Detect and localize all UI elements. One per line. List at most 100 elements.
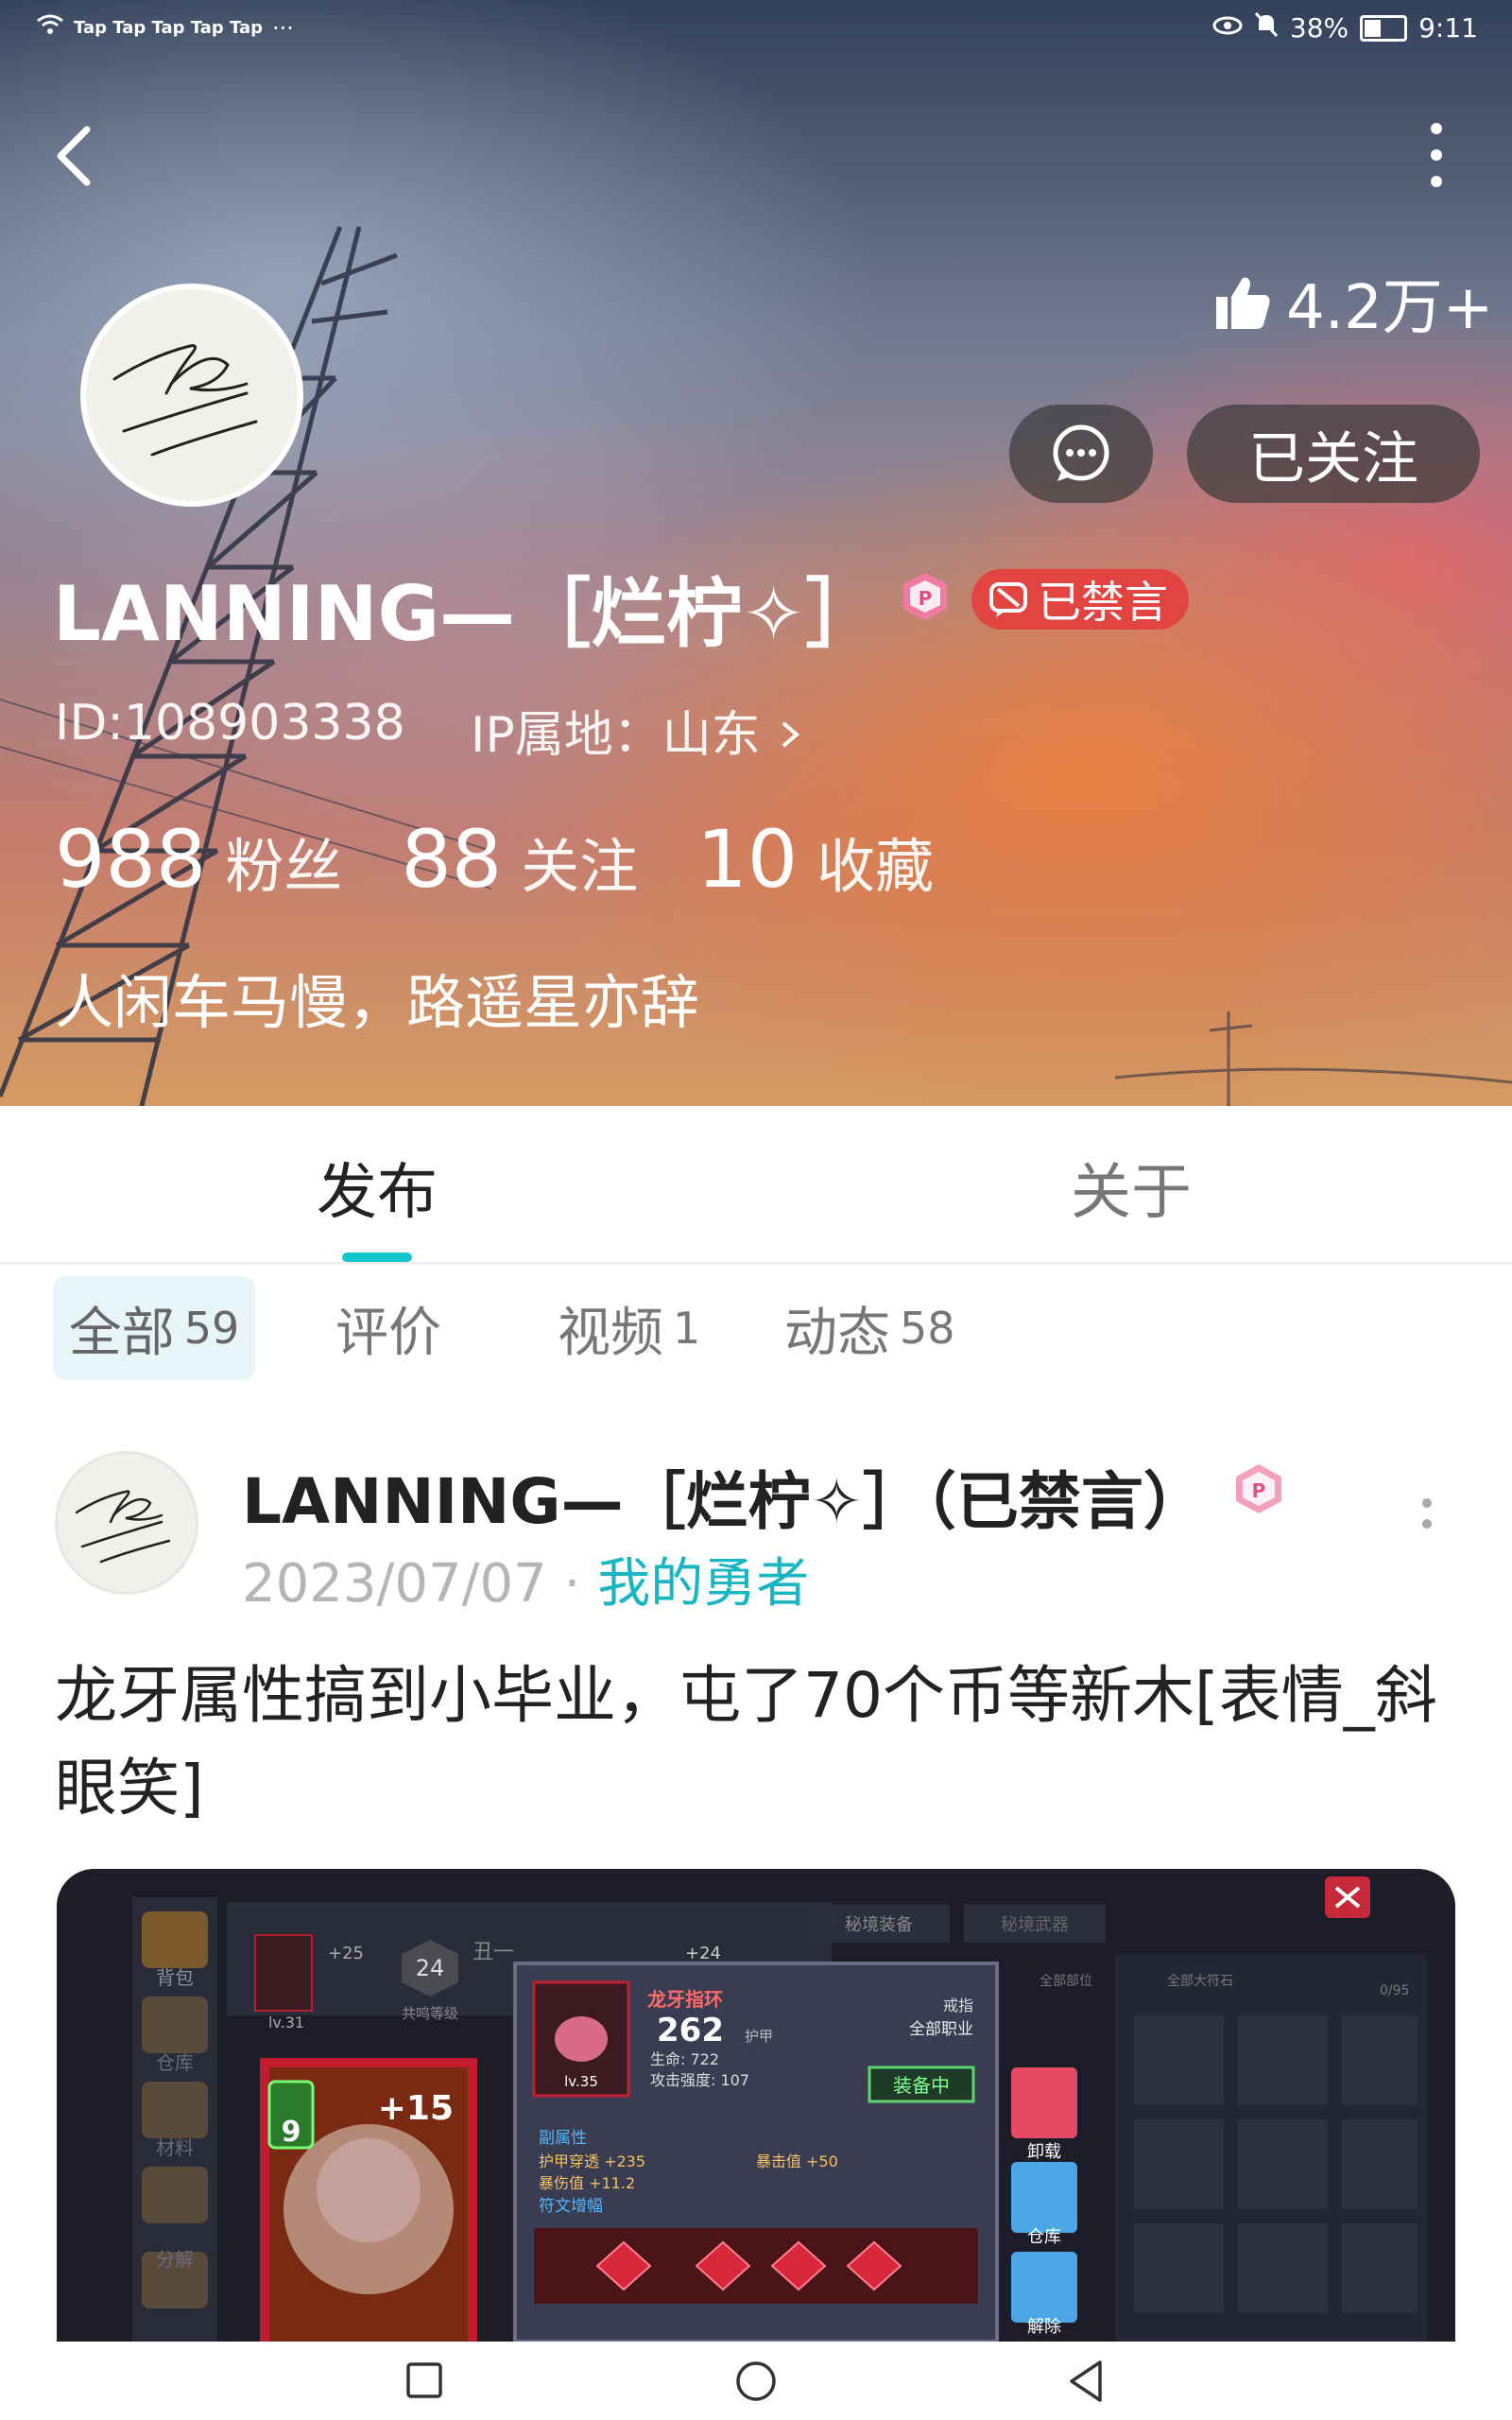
power-lines (1115, 1011, 1512, 1106)
system-nav-bar (0, 2342, 1512, 2420)
profile-bio: 人闲车马慢，路遥星亦辞 (55, 968, 700, 1037)
game-item-level: lv.35 (564, 2073, 598, 2090)
post-filter-tabs: 全部 59 评价 视频 1 动态 58 (0, 1276, 1512, 1380)
game-tab-secret-gear: 秘境装备 (845, 1915, 913, 1935)
game-action-warehouse: 仓库 (1027, 2227, 1061, 2247)
game-side-warehouse: 仓库 (156, 2051, 194, 2074)
game-shared-level: 24 (416, 1955, 445, 1981)
game-item-name: 龙牙指环 (647, 1988, 723, 2011)
battery-percent: 38% (1289, 12, 1349, 43)
ip-location-text: IP属地：山东 (471, 707, 761, 764)
post-image[interactable]: 背包 仓库 材料 分解 +25 lv.31 24 共鸣等级 丑一 +24 9 +… (57, 1869, 1455, 2342)
game-attr-3: 暴伤值 +11.2 (539, 2174, 635, 2192)
post-meta: 2023/07/07 · 我的勇者 (242, 1541, 809, 1617)
muted-chat-icon (989, 582, 1027, 617)
back-nav-button[interactable] (1057, 2351, 1117, 2411)
followed-button[interactable]: 已关注 (1187, 405, 1480, 503)
filter-all[interactable]: 全部 59 (53, 1276, 255, 1380)
ip-location[interactable]: IP属地：山东 (471, 695, 804, 766)
game-action-release: 解除 (1027, 2317, 1061, 2337)
game-filter-part: 全部部位 (1040, 1973, 1092, 1989)
following-stat[interactable]: 88 关注 (401, 813, 638, 906)
followers-label: 粉丝 (225, 832, 343, 901)
filter-videos[interactable]: 视频 1 (558, 1276, 700, 1380)
filter-all-label: 全部 (68, 1302, 175, 1364)
post-author-name[interactable]: LANNING—［烂柠✧］（已禁言） (242, 1451, 1206, 1542)
home-button[interactable] (726, 2351, 786, 2411)
profile-stats: 988 粉丝 88 关注 10 收藏 (55, 813, 992, 906)
game-badge-icon: P (1232, 1462, 1285, 1515)
following-label: 关注 (521, 832, 639, 901)
game-plus24: +24 (685, 1944, 721, 1963)
chevron-left-icon (57, 126, 91, 186)
more-vertical-icon (1418, 123, 1455, 187)
filter-videos-count: 1 (673, 1303, 701, 1354)
favorites-count: 10 (696, 813, 799, 906)
game-action-unequip: 卸载 (1027, 2142, 1061, 2162)
more-vertical-icon (1418, 1498, 1436, 1529)
game-item-atk: 攻击强度: 107 (650, 2071, 749, 2089)
message-button[interactable] (1009, 405, 1153, 503)
eye-icon (1212, 12, 1243, 43)
game-badge-icon: P (900, 571, 951, 622)
banned-label: 已禁言 (1038, 577, 1168, 628)
game-pet-level: lv.31 (268, 2014, 304, 2031)
game-slots-count: 0/95 (1380, 1983, 1409, 1998)
post-more-button[interactable] (1418, 1498, 1436, 1555)
chat-bubble-icon (1053, 424, 1109, 481)
active-tab-indicator (342, 1253, 412, 1262)
followers-stat[interactable]: 988 粉丝 (55, 813, 342, 906)
banned-badge: 已禁言 (971, 569, 1189, 630)
game-attr-1: 护甲穿透 +235 (539, 2152, 645, 2170)
filter-moments-label: 动态 (784, 1302, 890, 1364)
game-item-class: 全部职业 (909, 2020, 973, 2039)
wifi-icon (36, 13, 64, 43)
main-tabs: 发布 关于 (0, 1106, 1512, 1265)
game-pet-plus: +25 (328, 1944, 364, 1963)
signature-avatar-image (75, 1490, 171, 1564)
mute-bell-icon (1254, 11, 1279, 44)
game-armor-value: 262 (657, 2012, 724, 2049)
signature-avatar-image (112, 344, 258, 457)
svg-text:P: P (1252, 1479, 1266, 1502)
favorites-label: 收藏 (816, 832, 935, 901)
thumbs-up-icon (1216, 277, 1270, 329)
tab-about[interactable]: 关于 (1071, 1144, 1192, 1231)
svg-text:P: P (919, 587, 933, 610)
filter-all-count: 59 (183, 1303, 240, 1354)
back-button[interactable] (49, 118, 106, 194)
game-small-name: 丑一 (472, 1941, 514, 1964)
game-side-decompose: 分解 (156, 2248, 194, 2271)
game-hero-plus: +15 (378, 2089, 454, 2128)
likes-count: 4.2万+ (1214, 260, 1493, 345)
game-screenshot: 背包 仓库 材料 分解 +25 lv.31 24 共鸣等级 丑一 +24 9 +… (57, 1869, 1455, 2342)
triangle-back-icon (1070, 2360, 1102, 2402)
more-notifications: ··· (272, 14, 294, 42)
carrier-notifications: Tap Tap Tap Tap Tap (74, 18, 264, 38)
circle-icon (736, 2361, 776, 2401)
post-date: 2023/07/07 (242, 1553, 547, 1615)
post-body[interactable]: 龙牙属性搞到小毕业，屯了70个币等新木[表情_斜眼笑] (55, 1650, 1463, 1835)
profile-avatar[interactable] (80, 284, 303, 507)
game-sub-attr: 副属性 (539, 2129, 587, 2148)
post-author-avatar[interactable] (55, 1451, 198, 1595)
likes-value: 4.2万+ (1286, 273, 1494, 343)
filter-reviews[interactable]: 评价 (335, 1276, 441, 1380)
filter-moments-count: 58 (900, 1303, 955, 1354)
filter-reviews-label: 评价 (335, 1302, 441, 1364)
filter-moments[interactable]: 动态 58 (784, 1276, 955, 1380)
game-item-hp: 生命: 722 (650, 2050, 719, 2068)
tab-posts[interactable]: 发布 (317, 1144, 438, 1231)
chevron-right-icon (782, 721, 800, 748)
game-filter-rune: 全部大符石 (1167, 1973, 1233, 1989)
game-tab-secret-weapon: 秘境武器 (1001, 1915, 1069, 1935)
favorites-stat[interactable]: 10 收藏 (696, 813, 934, 906)
more-options-button[interactable] (1418, 123, 1455, 199)
game-side-bag: 背包 (156, 1966, 194, 1989)
clock: 9:11 (1418, 12, 1478, 43)
game-attr-2: 暴击值 +50 (756, 2152, 838, 2170)
square-icon (406, 2362, 442, 2398)
post-game-link[interactable]: 我的勇者 (597, 1553, 809, 1615)
recent-apps-button[interactable] (395, 2351, 455, 2411)
filter-videos-label: 视频 (558, 1302, 663, 1364)
